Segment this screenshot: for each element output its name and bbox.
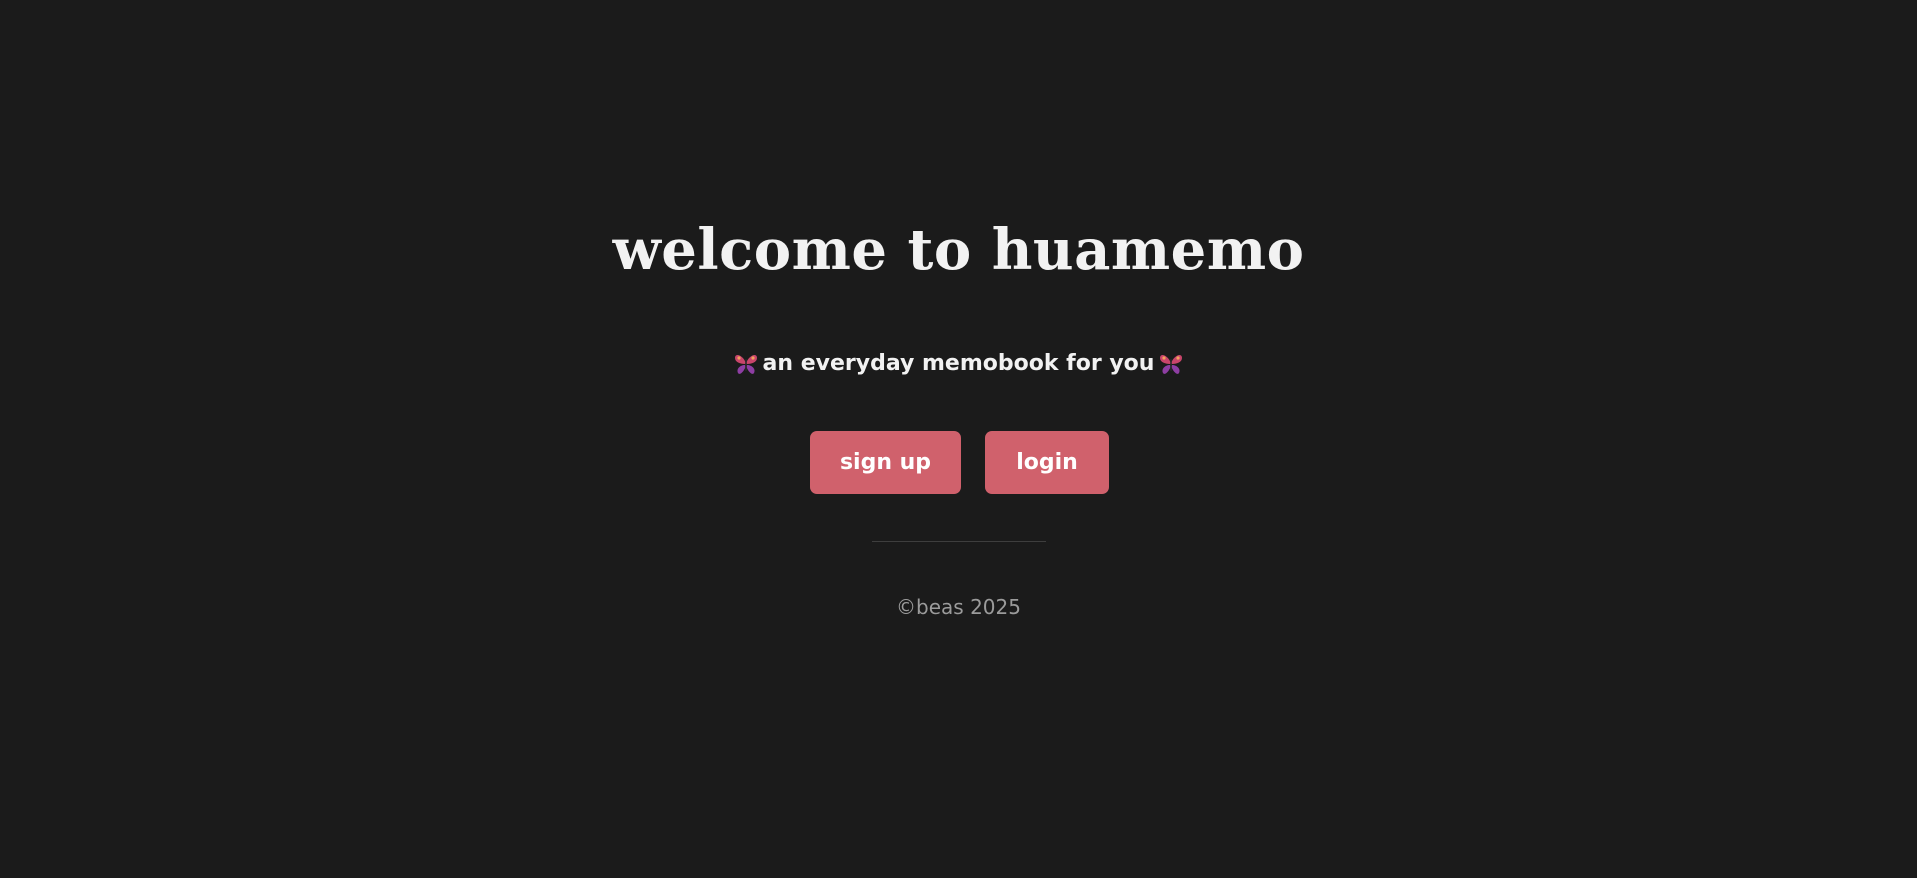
sign-up-button[interactable]: sign up (810, 431, 961, 494)
copyright-footer: ©beas 2025 (896, 595, 1021, 619)
tagline-text: an everyday memobook for you (762, 351, 1155, 376)
tagline: an everyday memobook for you (0, 349, 1917, 379)
divider (872, 541, 1046, 542)
page-title: welcome to huamemo (612, 217, 1305, 283)
landing-page: welcome to huamemo an everyday memobook … (0, 0, 1917, 878)
butterfly-icon (734, 355, 757, 374)
butterfly-icon (1160, 355, 1183, 374)
login-button[interactable]: login (985, 431, 1109, 494)
